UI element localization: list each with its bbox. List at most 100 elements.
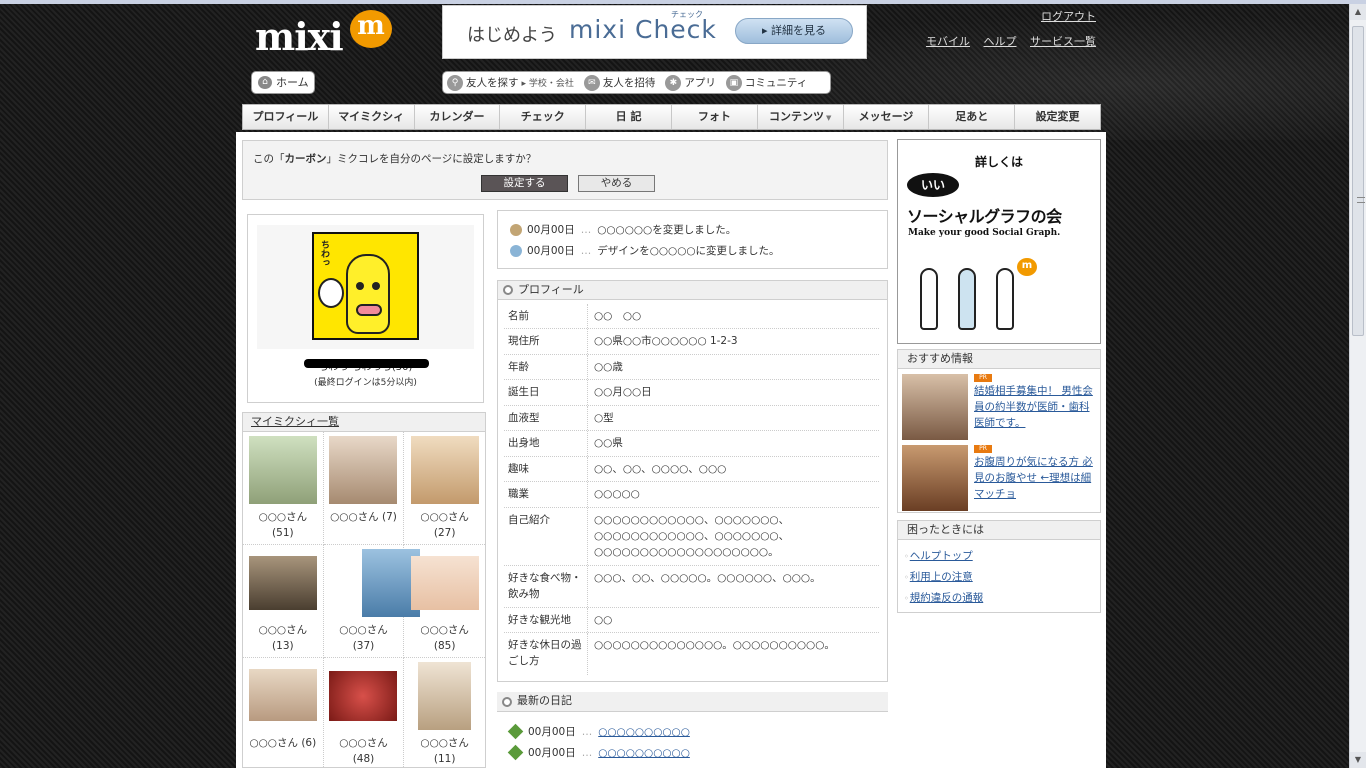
friend-tile[interactable]: ○○○さん (13) — [243, 545, 324, 658]
nav-message[interactable]: メッセージ — [844, 105, 930, 129]
friend-photo[interactable] — [410, 556, 479, 610]
nav-photo[interactable]: フォト — [672, 105, 758, 129]
recommend-thumbnail[interactable] — [902, 374, 968, 440]
mixi-badge-icon: m — [1017, 258, 1037, 276]
eye-shape — [356, 282, 364, 290]
friend-photo[interactable] — [410, 436, 479, 504]
help-link[interactable]: ヘルプ — [984, 35, 1017, 48]
services-link[interactable]: サービス一覧 — [1030, 35, 1096, 48]
friend-tile[interactable]: ○○○さん (37) — [323, 545, 420, 658]
nav-profile[interactable]: プロフィール — [243, 105, 329, 129]
diary-title-link[interactable]: ○○○○○○○○○○ — [598, 726, 690, 738]
friend-count: (37) — [352, 640, 375, 652]
nav-contents[interactable]: コンテンツ ▼ — [758, 105, 844, 129]
mixi-logo-badge: m — [350, 10, 392, 48]
confirm-post: 」ミクコレを自分のページに設定しますか？ — [326, 153, 537, 165]
friend-photo[interactable] — [329, 436, 398, 504]
nav-footprints[interactable]: 足あと — [929, 105, 1016, 129]
friend-count: (27) — [433, 527, 456, 539]
friend-photo[interactable] — [329, 671, 398, 721]
table-row: 好きな休日の過ごし方 ○○○○○○○○○○○○○○。○○○○○○○○○○。 — [504, 633, 879, 675]
grip-icon — [1357, 197, 1365, 203]
profile-key: 好きな観光地 — [504, 608, 588, 632]
find-friends-button[interactable]: ⚲ 友人を探す ▸ 学校・会社 — [447, 74, 574, 91]
diary-entry: 00月00日 … ○○○○○○○○○○ — [507, 744, 690, 761]
friend-name[interactable]: ○○○さん — [420, 511, 469, 523]
friend-name[interactable]: ○○○さん — [339, 624, 388, 636]
friend-tile[interactable]: ○○○さん (51) — [243, 432, 324, 545]
nav-check[interactable]: チェック — [500, 105, 587, 129]
nav-mymixi[interactable]: マイミクシィ — [329, 105, 415, 129]
school-company-link[interactable]: ▸ 学校・会社 — [522, 76, 574, 89]
profile-section-header: プロフィール — [497, 280, 888, 300]
activity-separator: … — [580, 244, 592, 257]
friend-photo[interactable] — [418, 662, 472, 730]
friend-name[interactable]: ○○○さん — [420, 737, 469, 749]
friend-name[interactable]: ○○○さん — [249, 737, 298, 749]
profile-key: 好きな食べ物・飲み物 — [504, 566, 588, 607]
scroll-down-icon[interactable]: ▼ — [1350, 752, 1366, 768]
recommend-item[interactable]: PR お腹周りが気になる方 必見のお腹やせ ←理想は細マッチョ — [902, 445, 1096, 513]
mixi-logo[interactable]: mixi — [255, 14, 344, 59]
mymixi-list-header[interactable]: マイミクシィ一覧 — [242, 412, 486, 432]
friend-name[interactable]: ○○○さん — [259, 511, 308, 523]
friend-tile[interactable]: ○○○さん (27) — [404, 432, 485, 545]
friend-photo[interactable] — [248, 669, 317, 721]
activity-date: 00月00日 — [527, 224, 575, 236]
mixi-check-banner[interactable]: はじめよう チェック mixi Check ▸ 詳細を見る — [442, 5, 867, 59]
nav-label: カレンダー — [429, 110, 485, 123]
usage-notes-link[interactable]: 利用上の注意 — [910, 571, 973, 583]
activity-item: 00月00日 … デザインを○○○○○に変更しました。 — [510, 243, 780, 258]
banner-details-button[interactable]: ▸ 詳細を見る — [735, 18, 853, 44]
nav-settings[interactable]: 設定変更 — [1015, 105, 1100, 129]
recommend-header: おすすめ情報 — [898, 350, 1100, 369]
friend-name[interactable]: ○○○さん — [339, 737, 388, 749]
person-figure-icon — [996, 268, 1014, 330]
nav-label: 足あと — [955, 110, 989, 123]
diary-title-link[interactable]: ○○○○○○○○○○ — [598, 747, 690, 759]
table-row: 趣味 ○○、○○、○○○○、○○○ — [504, 457, 879, 482]
nav-calendar[interactable]: カレンダー — [415, 105, 501, 129]
friend-tile[interactable]: ○○○さん (48) — [324, 658, 405, 768]
friend-tile[interactable]: ○○○さん (6) — [243, 658, 324, 768]
recommend-thumbnail[interactable] — [902, 445, 968, 511]
friend-count: (13) — [272, 640, 294, 652]
friend-photo[interactable] — [248, 556, 317, 610]
tools-bar: ⚲ 友人を探す ▸ 学校・会社 ✉ 友人を招待 ✱ アプリ ▣ コミュニティ — [442, 71, 831, 94]
recommend-item[interactable]: PR 結婚相手募集中！ 男性会員の約半数が医師・歯科医師です。 — [902, 374, 1096, 442]
table-row: 職業 ○○○○○ — [504, 482, 879, 508]
scroll-up-icon[interactable]: ▲ — [1350, 4, 1366, 20]
profile-key: 職業 — [504, 482, 588, 507]
apps-button[interactable]: ✱ アプリ — [665, 74, 716, 91]
table-row: 出身地 ○○県 — [504, 431, 879, 457]
scrollbar-thumb[interactable] — [1352, 26, 1365, 336]
diary-separator: … — [581, 725, 593, 738]
cancel-button[interactable]: やめる — [578, 175, 655, 192]
diary-entry: 00月00日 … ○○○○○○○○○○ — [507, 723, 690, 740]
tshirt-icon — [510, 244, 522, 257]
social-graph-ad[interactable]: 詳しくは いい ソーシャルグラフの会 Make your good Social… — [897, 139, 1101, 344]
friend-name[interactable]: ○○○さん — [259, 624, 308, 636]
vertical-scrollbar[interactable]: ▲ ▼ — [1349, 4, 1366, 768]
logout-link[interactable]: ログアウト — [1041, 10, 1096, 23]
recommend-link[interactable]: お腹周りが気になる方 必見のお腹やせ ←理想は細マッチョ — [974, 456, 1093, 500]
recommend-link[interactable]: 結婚相手募集中！ 男性会員の約半数が医師・歯科医師です。 — [974, 385, 1093, 429]
home-button[interactable]: ⌂ ホーム — [251, 71, 315, 94]
friend-photo[interactable] — [248, 436, 317, 504]
diary-separator: … — [581, 746, 593, 759]
redaction-bar — [304, 359, 429, 368]
friend-name[interactable]: ○○○さん — [330, 511, 379, 523]
community-button[interactable]: ▣ コミュニティ — [725, 74, 807, 91]
friend-tile[interactable]: ○○○さん (85) — [404, 545, 485, 658]
help-top-link[interactable]: ヘルプトップ — [910, 550, 973, 562]
friend-name[interactable]: ○○○さん — [420, 624, 469, 636]
mobile-link[interactable]: モバイル — [926, 35, 970, 48]
help-box: 困ったときには ◦ヘルプトップ ◦利用上の注意 ◦規約違反の通報 — [897, 520, 1101, 613]
profile-photo-frame[interactable]: ちわっ — [257, 225, 474, 349]
friend-tile[interactable]: ○○○さん (7) — [323, 432, 405, 545]
set-button[interactable]: 設定する — [481, 175, 568, 192]
friend-tile[interactable]: ○○○さん (11) — [404, 658, 485, 768]
nav-diary[interactable]: 日 記 — [586, 105, 672, 129]
invite-friends-button[interactable]: ✉ 友人を招待 — [583, 74, 655, 91]
report-violation-link[interactable]: 規約違反の通報 — [910, 592, 984, 604]
